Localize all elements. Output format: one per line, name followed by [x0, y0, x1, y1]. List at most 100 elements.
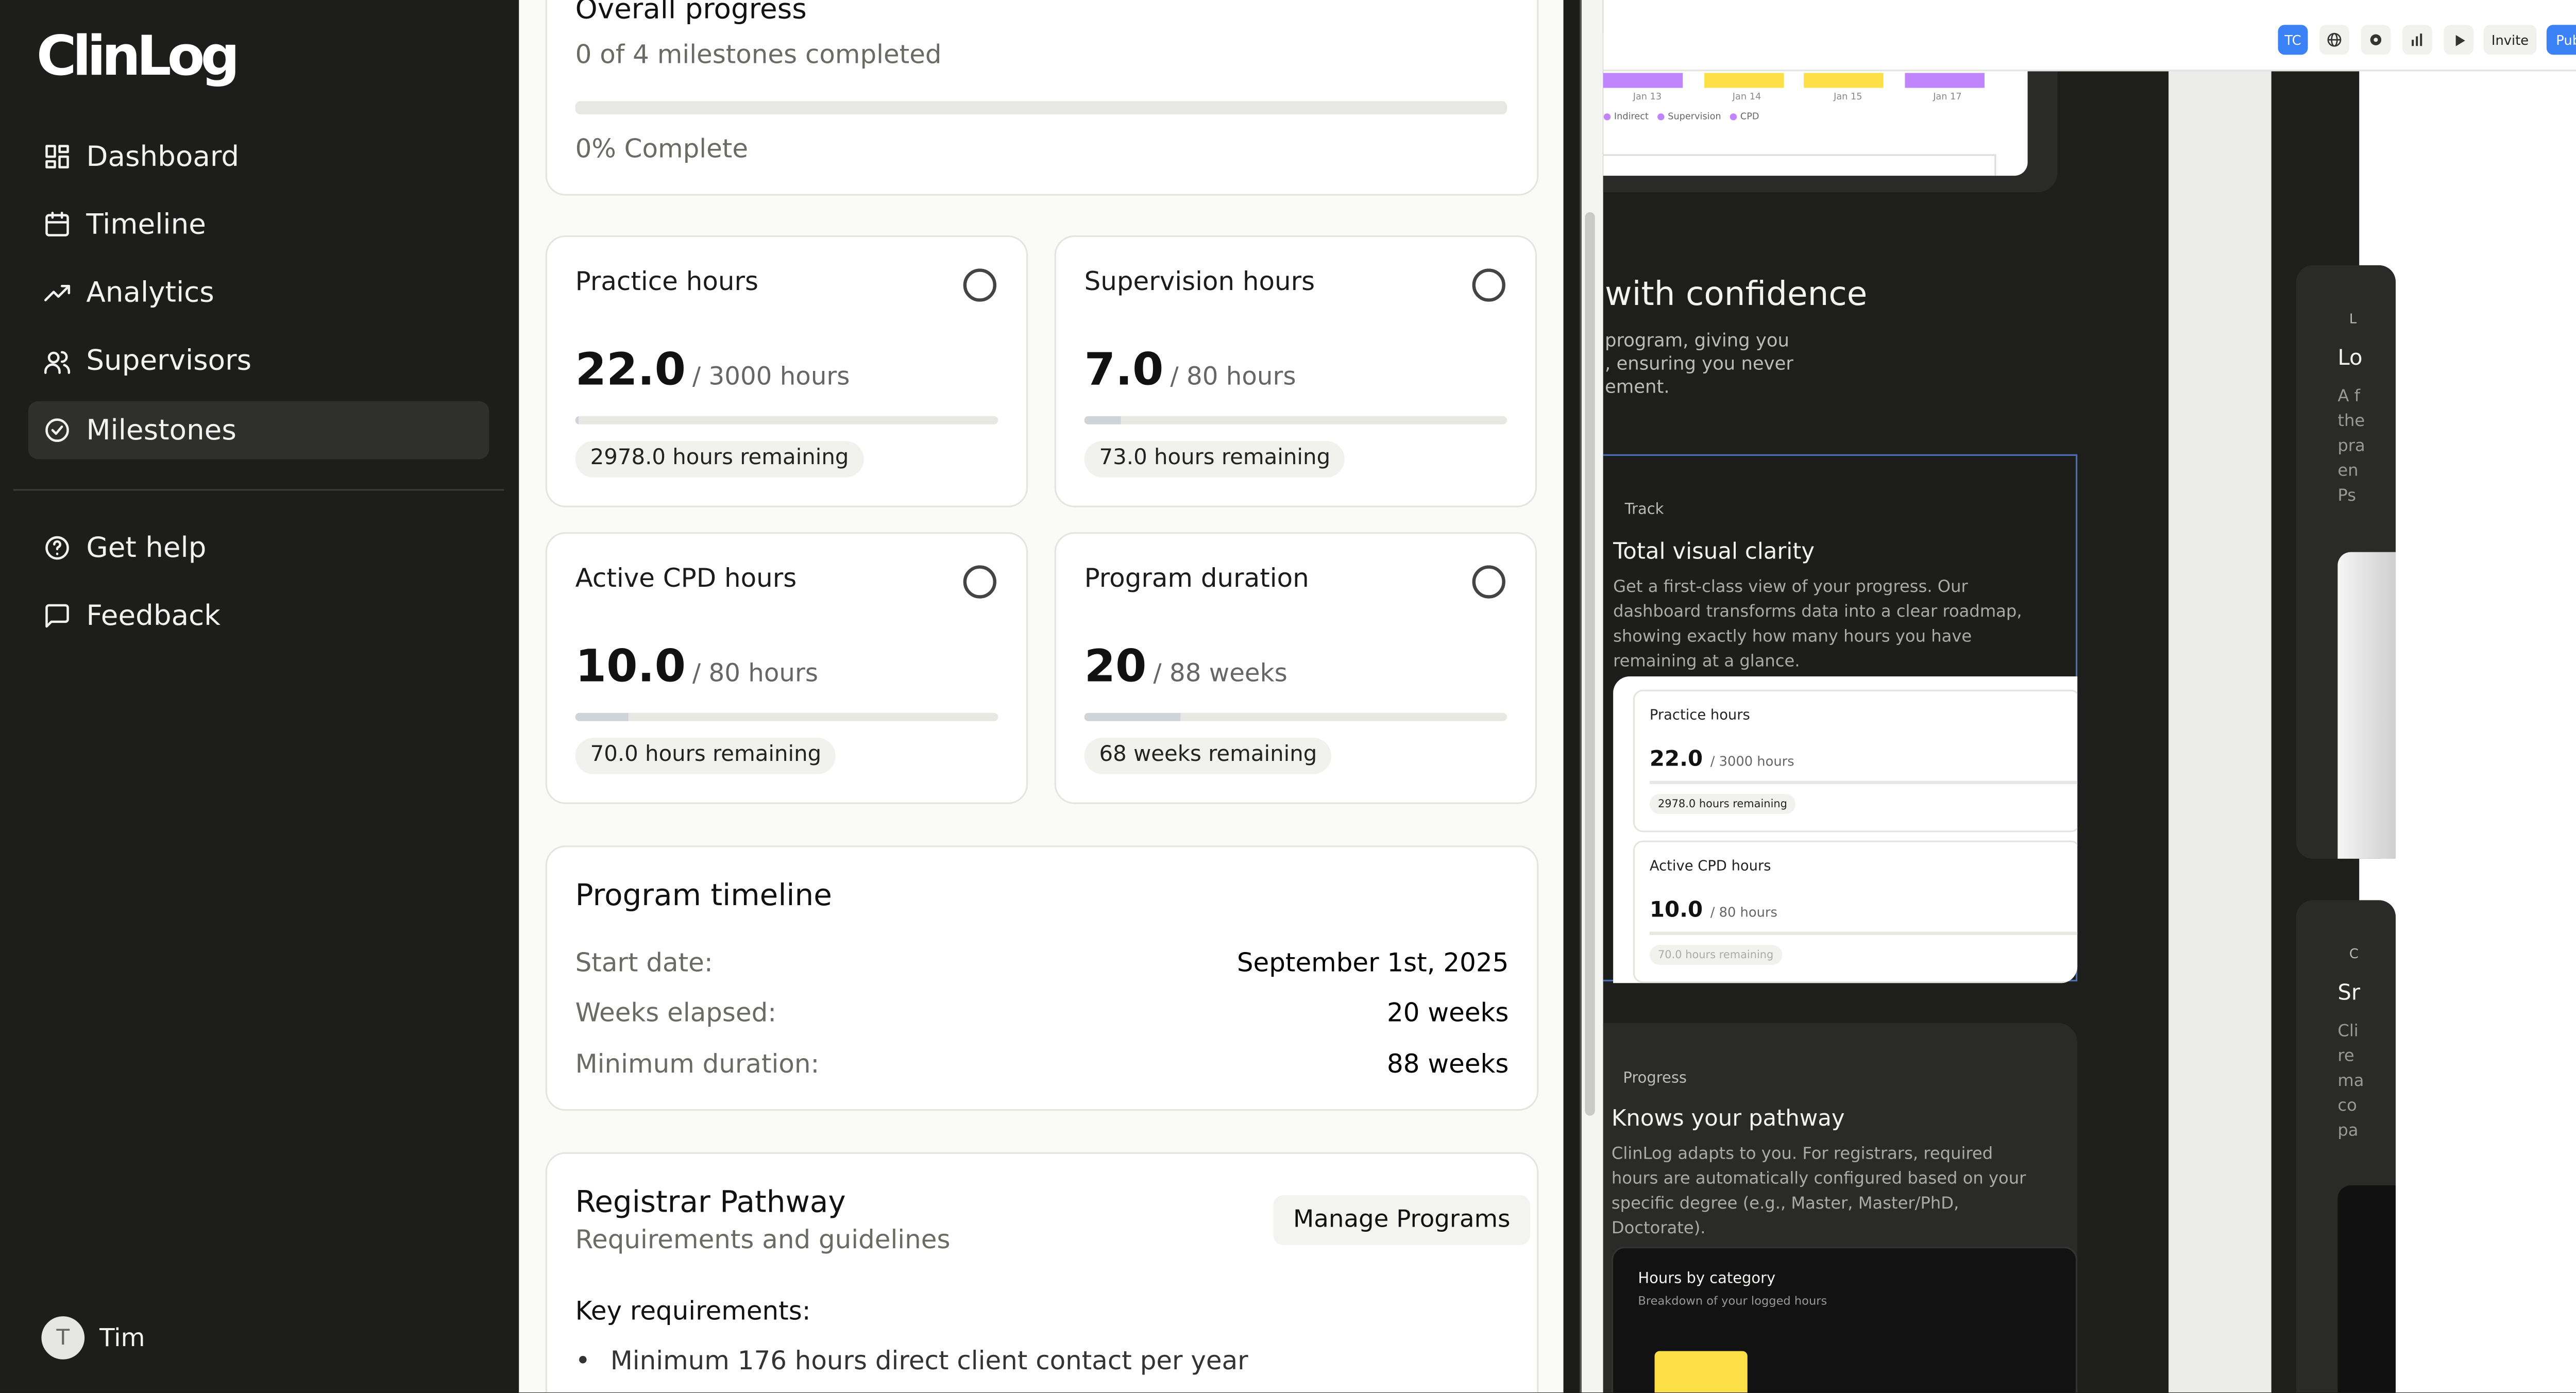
split-divider[interactable]	[1563, 0, 1580, 1393]
metric-title: Practice hours	[575, 267, 758, 297]
remaining-badge: 70.0 hours remaining	[575, 738, 837, 774]
sidebar: ClinLog Dashboard Timeline Analytics Sup…	[0, 0, 519, 1393]
sidebar-item-supervisors[interactable]: Supervisors	[28, 333, 489, 391]
legend-label: Supervision	[1668, 112, 1721, 123]
program-timeline-card: Program timeline Start date: September 1s…	[545, 845, 1539, 1111]
metric-card-supervision-hours: Supervision hours 7.0/ 80 hours 73.0 hou…	[1054, 235, 1537, 507]
app-logo[interactable]: ClinLog	[37, 23, 240, 88]
sidebar-item-label: Analytics	[86, 277, 214, 311]
sidebar-item-label: Feedback	[86, 600, 221, 633]
metric-value-number: 7.0	[1084, 345, 1164, 397]
right-card-title: Lo	[2337, 346, 2363, 371]
calendar-icon	[45, 212, 69, 237]
milestone-status-circle[interactable]	[1472, 565, 1505, 599]
mini-card-value: 22.0 / 3000 hours	[1650, 748, 1794, 772]
chart-divider-v	[1994, 154, 1996, 176]
metric-card-practice-hours: Practice hours 22.0/ 3000 hours 2978.0 h…	[545, 235, 1028, 507]
metric-value: 10.0/ 80 hours	[575, 641, 818, 693]
timeline-row-elapsed: Weeks elapsed: 20 weeks	[575, 998, 1509, 1028]
registrar-pathway-card: Registrar Pathway Requirements and guide…	[545, 1152, 1539, 1393]
remaining-badge: 2978.0 hours remaining	[575, 440, 864, 478]
metric-progress-bar	[575, 416, 998, 424]
metric-card-cpd-hours: Active CPD hours 10.0/ 80 hours 70.0 hou…	[545, 532, 1028, 804]
sidebar-item-milestones[interactable]: Milestones	[28, 401, 489, 460]
progress-title: Knows your pathway	[1611, 1106, 1845, 1132]
milestone-status-circle[interactable]	[963, 565, 997, 599]
user-menu[interactable]: T Tim	[41, 1316, 145, 1360]
metric-progress-fill	[575, 712, 629, 721]
mini-value: 22.0	[1649, 748, 1703, 773]
metric-value: 7.0/ 80 hours	[1084, 345, 1296, 396]
timeline-label: Weeks elapsed:	[575, 998, 777, 1028]
secondary-nav: Get help Feedback	[28, 519, 489, 656]
metric-progress-fill	[575, 416, 579, 424]
timeline-value: September 1st, 2025	[1236, 948, 1509, 978]
invite-button[interactable]: Invite	[2483, 25, 2537, 55]
timeline-row-start: Start date: September 1st, 2025	[575, 948, 1509, 978]
metric-value: 20/ 88 weeks	[1084, 641, 1287, 693]
right-card-text: Cli re ma co pa	[2337, 1023, 2364, 1141]
preview-gutter	[2168, 71, 2272, 1393]
play-icon[interactable]	[2444, 25, 2474, 55]
collaborator-avatar[interactable]: TC	[2278, 25, 2308, 55]
sidebar-item-label: Supervisors	[86, 345, 252, 379]
right-card-title: Sr	[2337, 981, 2361, 1007]
timeline-label: Minimum duration:	[575, 1049, 820, 1079]
avatar: T	[41, 1316, 85, 1360]
settings-icon[interactable]	[2361, 25, 2391, 55]
preview-progress-card[interactable]: Progress Knows your pathway ClinLog adap…	[1603, 1023, 2078, 1393]
analytics-icon[interactable]	[2402, 25, 2432, 55]
mini-card-value: 10.0 / 80 hours	[1650, 898, 1777, 923]
scrollbar-thumb[interactable]	[1585, 212, 1595, 1116]
sidebar-item-feedback[interactable]: Feedback	[28, 587, 489, 645]
metric-title: Supervision hours	[1084, 267, 1315, 297]
mini-progress-bar	[1649, 931, 2078, 935]
remaining-badge: 73.0 hours remaining	[1084, 440, 1346, 478]
metric-title: Active CPD hours	[575, 564, 797, 594]
sidebar-item-get-help[interactable]: Get help	[28, 519, 489, 577]
metric-progress-fill	[1084, 416, 1122, 424]
dashboard-icon	[45, 145, 69, 168]
check-circle-icon	[45, 418, 69, 443]
user-name: Tim	[99, 1322, 145, 1353]
preview-right-card-2: C Sr Cli re ma co pa	[2296, 900, 2396, 1393]
metric-progress-bar	[1084, 712, 1507, 721]
help-icon	[45, 536, 69, 560]
program-timeline-title: Program timeline	[575, 878, 832, 914]
publish-button[interactable]: Publish	[2546, 25, 2576, 55]
legend-item: ● Supervision	[1657, 112, 1721, 123]
sidebar-item-timeline[interactable]: Timeline	[28, 196, 489, 254]
chart-tick: Jan 13	[1633, 93, 1662, 103]
milestone-status-circle[interactable]	[1472, 268, 1505, 302]
primary-nav: Dashboard Timeline Analytics Supervisors…	[28, 128, 489, 470]
sidebar-item-label: Dashboard	[86, 140, 240, 174]
manage-programs-button[interactable]: Manage Programs	[1273, 1195, 1531, 1245]
message-icon	[45, 604, 69, 628]
preview-headline-text: program, giving you , ensuring you never…	[1605, 330, 1793, 398]
timeline-value: 88 weeks	[1387, 1049, 1509, 1079]
legend-label: CPD	[1740, 112, 1759, 123]
mini-remaining-badge: 2978.0 hours remaining	[1649, 794, 1796, 814]
sidebar-item-analytics[interactable]: Analytics	[28, 265, 489, 323]
sidebar-item-dashboard[interactable]: Dashboard	[28, 128, 489, 186]
remaining-badge: 68 weeks remaining	[1084, 738, 1332, 774]
metric-progress-bar	[575, 712, 998, 721]
milestone-status-circle[interactable]	[963, 268, 997, 302]
preview-track-card[interactable]: Track Total visual clarity Get a first-c…	[1603, 454, 2078, 983]
metric-total: / 80 hours	[1170, 361, 1296, 392]
chart-tick: Jan 15	[1834, 93, 1862, 103]
metric-card-program-duration: Program duration 20/ 88 weeks 68 weeks r…	[1054, 532, 1537, 804]
metric-title: Program duration	[1084, 564, 1309, 594]
metric-value-number: 10.0	[575, 641, 686, 693]
mini-value: 10.0	[1649, 898, 1703, 924]
chart-tick: Jan 17	[1933, 93, 1962, 103]
sidebar-item-label: Timeline	[86, 208, 206, 242]
metric-value: 22.0/ 3000 hours	[575, 345, 850, 396]
timeline-value: 20 weeks	[1387, 998, 1509, 1028]
globe-icon[interactable]	[2319, 25, 2349, 55]
mini-card: Active CPD hours 10.0 / 80 hours 70.0 ho…	[1633, 840, 2078, 983]
preview-headline: with confidence	[1605, 273, 1868, 314]
chart-bar-yellow	[1704, 73, 1784, 88]
timeline-label: Start date:	[575, 948, 713, 978]
sidebar-item-label: Milestones	[86, 414, 236, 447]
